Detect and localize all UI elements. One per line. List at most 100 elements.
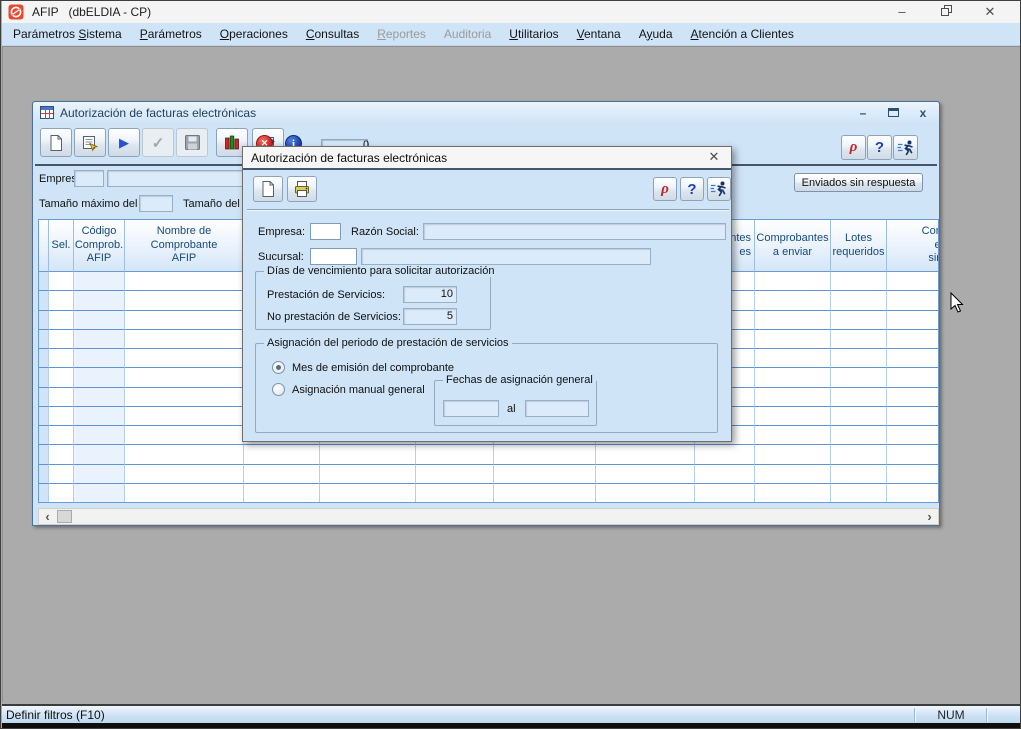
radio-asignacion-manual[interactable] [272, 383, 285, 396]
column-header-1[interactable]: Sel. [49, 220, 74, 272]
table-cell[interactable] [320, 465, 416, 484]
table-cell[interactable] [755, 426, 831, 445]
prestacion-field[interactable]: 10 [403, 286, 457, 303]
dialog-exit-button[interactable] [707, 177, 731, 201]
scroll-left-button[interactable]: ‹ [39, 509, 56, 524]
minimize-button[interactable]: – [880, 1, 924, 23]
table-cell[interactable] [831, 426, 887, 445]
table-cell[interactable] [244, 465, 320, 484]
dialog-sucursal-input[interactable] [310, 248, 357, 265]
table-cell[interactable] [125, 349, 244, 368]
table-cell[interactable] [125, 291, 244, 310]
table-cell[interactable] [39, 291, 49, 310]
filter-button[interactable]: ρ [841, 135, 866, 160]
confirm-button[interactable]: ✓ [142, 128, 174, 157]
scrollbar-thumb[interactable] [57, 510, 72, 523]
table-cell[interactable] [831, 407, 887, 426]
properties-button[interactable] [74, 128, 106, 157]
table-cell[interactable] [74, 445, 125, 464]
column-header-2[interactable]: Código Comprob. AFIP [74, 220, 125, 272]
menu-item-1[interactable]: Parámetros [131, 24, 211, 45]
no-prestacion-field[interactable]: 5 [403, 308, 457, 325]
table-cell[interactable] [320, 484, 416, 503]
table-cell[interactable] [887, 445, 939, 464]
table-cell[interactable] [755, 349, 831, 368]
column-header-3[interactable]: Nombre de Comprobante AFIP [125, 220, 244, 272]
table-cell[interactable] [755, 445, 831, 464]
table-cell[interactable] [887, 407, 939, 426]
table-cell[interactable] [49, 272, 74, 291]
table-cell[interactable] [125, 484, 244, 503]
menu-item-8[interactable]: Ayuda [630, 24, 682, 45]
table-cell[interactable] [125, 407, 244, 426]
menu-item-7[interactable]: Ventana [568, 24, 630, 45]
menu-item-9[interactable]: Atención a Clientes [682, 24, 803, 45]
lote-max-field[interactable] [139, 195, 173, 212]
table-cell[interactable] [831, 465, 887, 484]
table-cell[interactable] [831, 330, 887, 349]
table-cell[interactable] [49, 445, 74, 464]
radio-mes-emision[interactable] [272, 361, 285, 374]
table-cell[interactable] [39, 388, 49, 407]
table-cell[interactable] [74, 330, 125, 349]
table-cell[interactable] [49, 330, 74, 349]
table-cell[interactable] [39, 330, 49, 349]
table-cell[interactable] [887, 484, 939, 503]
table-cell[interactable] [39, 368, 49, 387]
table-cell[interactable] [49, 368, 74, 387]
table-cell[interactable] [49, 465, 74, 484]
dialog-help-button[interactable]: ? [680, 177, 704, 201]
table-cell[interactable] [596, 445, 695, 464]
table-cell[interactable] [74, 484, 125, 503]
table-cell[interactable] [125, 445, 244, 464]
table-cell[interactable] [755, 330, 831, 349]
table-cell[interactable] [755, 484, 831, 503]
table-row[interactable] [39, 465, 938, 484]
table-cell[interactable] [887, 272, 939, 291]
table-cell[interactable] [39, 311, 49, 330]
table-cell[interactable] [244, 484, 320, 503]
close-button[interactable]: ✕ [968, 1, 1012, 23]
table-cell[interactable] [755, 311, 831, 330]
table-cell[interactable] [494, 465, 596, 484]
table-cell[interactable] [755, 407, 831, 426]
table-cell[interactable] [887, 465, 939, 484]
child-maximize-button[interactable] [885, 106, 901, 120]
menu-item-2[interactable]: Operaciones [211, 24, 297, 45]
table-cell[interactable] [831, 291, 887, 310]
table-cell[interactable] [125, 311, 244, 330]
table-cell[interactable] [596, 465, 695, 484]
table-cell[interactable] [49, 484, 74, 503]
table-row[interactable] [39, 445, 938, 464]
table-cell[interactable] [695, 484, 755, 503]
table-cell[interactable] [74, 407, 125, 426]
table-cell[interactable] [831, 349, 887, 368]
table-cell[interactable] [320, 445, 416, 464]
table-cell[interactable] [49, 426, 74, 445]
dialog-print-button[interactable] [287, 176, 317, 202]
table-row[interactable] [39, 484, 938, 503]
table-cell[interactable] [887, 311, 939, 330]
empresa-code-field[interactable] [74, 170, 104, 187]
table-cell[interactable] [416, 484, 494, 503]
table-cell[interactable] [49, 407, 74, 426]
table-cell[interactable] [49, 311, 74, 330]
table-cell[interactable] [125, 465, 244, 484]
table-cell[interactable] [695, 445, 755, 464]
table-cell[interactable] [74, 426, 125, 445]
table-cell[interactable] [755, 465, 831, 484]
table-cell[interactable] [244, 445, 320, 464]
menu-item-3[interactable]: Consultas [297, 24, 368, 45]
column-header-10[interactable]: Comprobantes a enviar [755, 220, 831, 272]
table-cell[interactable] [74, 349, 125, 368]
table-cell[interactable] [887, 349, 939, 368]
table-cell[interactable] [74, 272, 125, 291]
table-cell[interactable] [74, 465, 125, 484]
save-button[interactable] [176, 128, 208, 157]
table-cell[interactable] [39, 349, 49, 368]
table-cell[interactable] [831, 311, 887, 330]
table-cell[interactable] [494, 484, 596, 503]
table-cell[interactable] [39, 426, 49, 445]
table-cell[interactable] [831, 445, 887, 464]
table-cell[interactable] [125, 426, 244, 445]
